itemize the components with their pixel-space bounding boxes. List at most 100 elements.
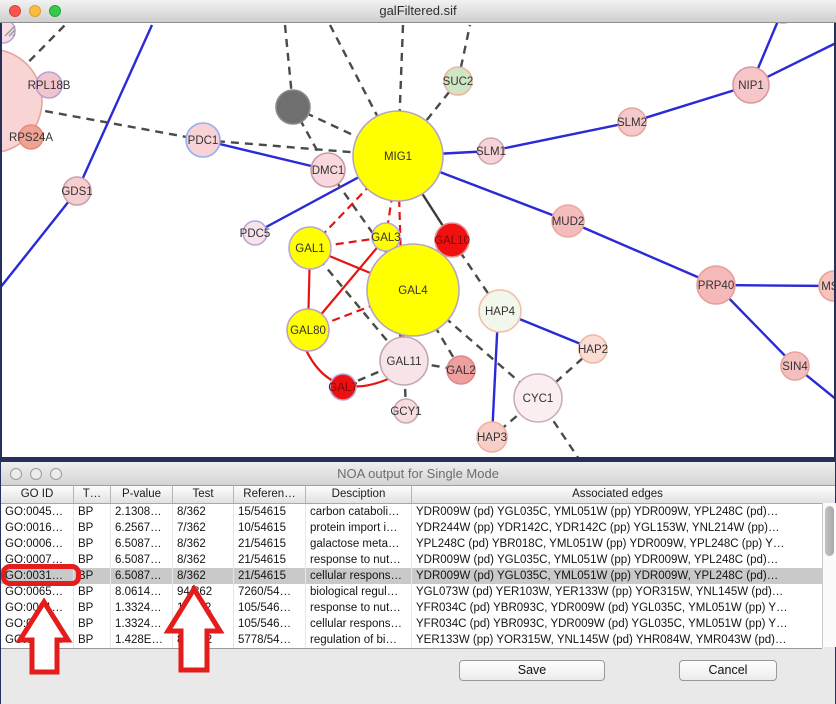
- cell-p-value: 1.428E…: [111, 632, 173, 648]
- cell-go-id: GO:0045…: [1, 504, 74, 520]
- node-label-NIP1: NIP1: [738, 80, 764, 92]
- network-window-titlebar[interactable]: galFiltered.sif: [0, 0, 836, 23]
- network-edge[interactable]: [77, 25, 152, 191]
- cell-go-id: GO:0031…: [1, 600, 74, 616]
- table-row[interactable]: GO:0006… BP 6.5087… 8/362 21/54615 galac…: [1, 536, 822, 552]
- table-scrollbar[interactable]: [822, 503, 836, 647]
- network-edge[interactable]: [491, 122, 632, 151]
- table-row[interactable]: GO:0065… BP 8.0614… 94/362 7260/54… biol…: [1, 584, 822, 600]
- table-row[interactable]: GO:0045… BP 2.1308… 8/362 15/54615 carbo…: [1, 504, 822, 520]
- cell-description: protein import i…: [306, 520, 412, 536]
- cell-reference: 105/546…: [234, 616, 306, 632]
- node-label-MSN: MSN: [821, 281, 834, 293]
- cell-test: 8/362: [173, 536, 234, 552]
- cell-description: cellular respons…: [306, 568, 412, 584]
- node-label-HAP4: HAP4: [485, 306, 516, 318]
- table-row[interactable]: GO:0050… BP 1.428E… 80/362 5778/54… regu…: [1, 632, 822, 648]
- noa-window-title: NOA output for Single Mode: [1, 466, 835, 481]
- node-gray-node[interactable]: [276, 90, 310, 124]
- table-row[interactable]: GO:0031… BP 1.3324… 11/362 105/546… resp…: [1, 600, 822, 616]
- cell-reference: 5778/54…: [234, 632, 306, 648]
- cell-associated-edges: YDR009W (pd) YGL035C, YML051W (pp) YDR00…: [412, 568, 822, 584]
- column-header-test[interactable]: Test: [173, 486, 234, 503]
- node-label-HAP2: HAP2: [578, 344, 608, 356]
- cell-description: response to nut…: [306, 552, 412, 568]
- node-label-PDC1: PDC1: [188, 135, 219, 147]
- noa-window: NOA output for Single Mode GO ID T… P-va…: [0, 462, 836, 704]
- column-header-reference[interactable]: Referen…: [234, 486, 306, 503]
- node-label-SLM2: SLM2: [617, 117, 647, 129]
- cell-associated-edges: YGL073W (pd) YER103W, YER133W (pp) YOR31…: [412, 584, 822, 600]
- cell-description: regulation of bi…: [306, 632, 412, 648]
- table-header-row: GO ID T… P-value Test Referen… Desciptio…: [1, 486, 835, 504]
- node-label-GAL10: GAL10: [434, 235, 470, 247]
- cell-reference: 21/54615: [234, 552, 306, 568]
- network-edge[interactable]: [2, 191, 77, 288]
- node-label-RPS24A: RPS24A: [9, 132, 53, 144]
- table-row-selected[interactable]: GO:0031… BP 6.5087… 8/362 21/54615 cellu…: [1, 568, 822, 584]
- column-header-type[interactable]: T…: [74, 486, 111, 503]
- cell-test: 8/362: [173, 568, 234, 584]
- cell-p-value: 6.5087…: [111, 568, 173, 584]
- scrollbar-thumb[interactable]: [825, 506, 834, 556]
- cell-p-value: 1.3324…: [111, 600, 173, 616]
- cell-test: 11/362: [173, 616, 234, 632]
- cell-test: 11/362: [173, 600, 234, 616]
- cell-associated-edges: YFR034C (pd) YBR093C, YDR009W (pd) YGL03…: [412, 616, 822, 632]
- cell-description: cellular respons…: [306, 616, 412, 632]
- cell-go-id: GO:0006…: [1, 536, 74, 552]
- cell-test: 80/362: [173, 632, 234, 648]
- node-label-HAP3: HAP3: [477, 432, 507, 444]
- node-label-GAL1: GAL1: [295, 243, 324, 255]
- cell-reference: 7260/54…: [234, 584, 306, 600]
- cell-associated-edges: YDR009W (pd) YGL035C, YML051W (pp) YDR00…: [412, 504, 822, 520]
- network-canvas[interactable]: RPL18BRPS24AGDS1PDC1DMC1SUC2SLM1SLM2NIP1…: [2, 23, 834, 457]
- cell-reference: 15/54615: [234, 504, 306, 520]
- cell-p-value: 6.5087…: [111, 552, 173, 568]
- table-row[interactable]: GO:0031… BP 1.3324… 11/362 105/546… cell…: [1, 616, 822, 632]
- cancel-button[interactable]: Cancel: [679, 660, 777, 681]
- cell-type: BP: [74, 552, 111, 568]
- node-label-GAL80: GAL80: [290, 325, 326, 337]
- cell-type: BP: [74, 520, 111, 536]
- table-row[interactable]: GO:0016… BP 6.2567… 7/362 10/54615 prote…: [1, 520, 822, 536]
- cell-test: 94/362: [173, 584, 234, 600]
- node-label-GAL3: GAL3: [371, 232, 400, 244]
- cell-reference: 10/54615: [234, 520, 306, 536]
- node-label-MIG1: MIG1: [384, 151, 412, 163]
- node-label-SUC2: SUC2: [443, 76, 474, 88]
- cell-description: response to nut…: [306, 600, 412, 616]
- node-label-PDC5: PDC5: [240, 228, 271, 240]
- column-header-associated-edges[interactable]: Associated edges: [412, 486, 823, 503]
- cell-type: BP: [74, 632, 111, 648]
- cell-reference: 21/54615: [234, 536, 306, 552]
- cell-test: 7/362: [173, 520, 234, 536]
- cell-type: BP: [74, 536, 111, 552]
- node-label-MUD2: MUD2: [552, 216, 585, 228]
- node-label-RPL18B: RPL18B: [28, 80, 71, 92]
- node-label-SIN4: SIN4: [782, 361, 808, 373]
- table-row[interactable]: GO:0007… BP 6.5087… 8/362 21/54615 respo…: [1, 552, 822, 568]
- node-label-GAL2: GAL2: [446, 365, 475, 377]
- cell-associated-edges: YFR034C (pd) YBR093C, YDR009W (pd) YGL03…: [412, 600, 822, 616]
- column-header-description[interactable]: Desciption: [306, 486, 412, 503]
- network-edge[interactable]: [568, 221, 716, 285]
- network-edge[interactable]: [492, 315, 498, 437]
- node-label-SLM1: SLM1: [476, 146, 506, 158]
- cell-reference: 21/54615: [234, 568, 306, 584]
- network-graph: RPL18BRPS24AGDS1PDC1DMC1SUC2SLM1SLM2NIP1…: [2, 23, 834, 457]
- cell-p-value: 2.1308…: [111, 504, 173, 520]
- resize-grip-icon[interactable]: [2, 23, 16, 37]
- node-label-GAL11: GAL11: [387, 356, 422, 368]
- column-header-go-id[interactable]: GO ID: [1, 486, 74, 503]
- window-title: galFiltered.sif: [0, 3, 836, 18]
- save-button[interactable]: Save: [459, 660, 605, 681]
- node-label-GCY1: GCY1: [390, 406, 421, 418]
- cell-description: carbon cataboli…: [306, 504, 412, 520]
- noa-window-titlebar[interactable]: NOA output for Single Mode: [1, 462, 835, 486]
- network-window: galFiltered.sif RPL18BRPS24AGDS1PDC1DMC1…: [0, 0, 836, 459]
- cell-go-id: GO:0065…: [1, 584, 74, 600]
- column-header-p-value[interactable]: P-value: [111, 486, 173, 503]
- cell-p-value: 1.3324…: [111, 616, 173, 632]
- screenshot-root: { "window_top": { "title": "galFiltered.…: [0, 0, 836, 704]
